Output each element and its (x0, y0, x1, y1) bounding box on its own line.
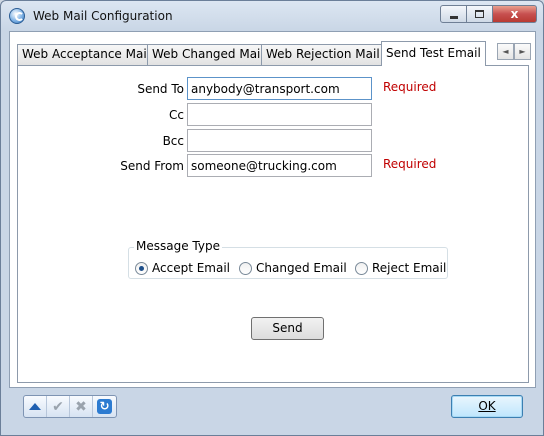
bcc-label: Bcc (162, 134, 184, 148)
radio-button-checked[interactable] (135, 261, 148, 275)
radio-accept-email[interactable]: Accept Email (135, 261, 230, 275)
send-from-input[interactable] (187, 154, 372, 177)
send-from-label: Send From (120, 159, 184, 173)
caption-buttons: x (440, 5, 537, 23)
title-bar[interactable]: Web Mail Configuration x (1, 1, 543, 31)
minimize-icon (449, 15, 458, 19)
radio-reject-email[interactable]: Reject Email (355, 261, 446, 275)
tab-web-acceptance-mail[interactable]: Web Acceptance Mail (17, 44, 156, 65)
tab-scroll-buttons: ◄ ► (497, 43, 531, 60)
maximize-button[interactable] (467, 5, 493, 23)
refresh-icon: ↻ (97, 399, 112, 414)
send-from-required: Required (383, 157, 437, 171)
send-button[interactable]: Send (251, 317, 324, 340)
radio-changed-email[interactable]: Changed Email (239, 261, 347, 275)
tab-strip: Web Acceptance Mail Web Changed Mail Web… (17, 41, 531, 66)
maximize-icon (475, 10, 484, 18)
ok-button[interactable]: OK (451, 395, 523, 418)
up-arrow-icon (29, 403, 41, 410)
app-icon (9, 8, 25, 24)
bcc-input[interactable] (187, 129, 372, 152)
x-icon: ✖ (75, 398, 87, 415)
refresh-button[interactable]: ↻ (93, 396, 116, 417)
cc-label: Cc (169, 108, 184, 122)
send-to-input[interactable] (187, 77, 372, 100)
close-button[interactable]: x (493, 5, 537, 23)
toolbar-buttons: ✔ ✖ ↻ (23, 395, 117, 418)
window-title: Web Mail Configuration (33, 9, 173, 23)
bottom-bar: ✔ ✖ ↻ OK (1, 389, 543, 435)
send-to-required: Required (383, 80, 437, 94)
web-mail-configuration-window: Web Mail Configuration x Web Acceptance … (0, 0, 544, 436)
tab-send-test-email[interactable]: Send Test Email (381, 41, 486, 66)
minimize-button[interactable] (440, 5, 467, 23)
radio-reject-email-label: Reject Email (372, 261, 447, 275)
tab-web-rejection-mail[interactable]: Web Rejection Mail (261, 44, 385, 65)
close-icon: x (510, 7, 519, 21)
radio-button[interactable] (239, 261, 252, 275)
cc-input[interactable] (187, 103, 372, 126)
radio-button[interactable] (355, 261, 368, 275)
client-area: Web Acceptance Mail Web Changed Mail Web… (9, 31, 536, 388)
tab-web-changed-mail[interactable]: Web Changed Mail (147, 44, 269, 65)
message-type-legend: Message Type (134, 239, 222, 253)
check-icon: ✔ (52, 398, 64, 415)
send-test-email-panel: Send To Required Cc Bcc Send From Requir… (17, 65, 529, 383)
tab-scroll-right-icon[interactable]: ► (514, 43, 531, 60)
radio-accept-email-label: Accept Email (152, 261, 231, 275)
cancel-button[interactable]: ✖ (70, 396, 93, 417)
move-up-button[interactable] (24, 396, 47, 417)
radio-changed-email-label: Changed Email (256, 261, 347, 275)
accept-button[interactable]: ✔ (47, 396, 70, 417)
tab-scroll-left-icon[interactable]: ◄ (497, 43, 514, 60)
send-to-label: Send To (137, 82, 184, 96)
